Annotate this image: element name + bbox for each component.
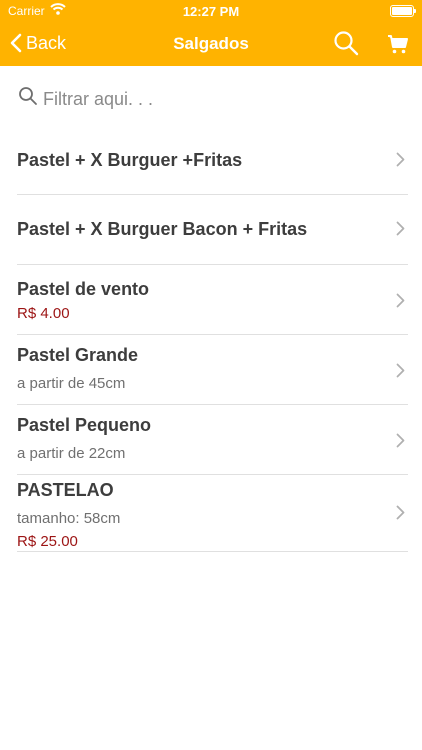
search-icon bbox=[19, 87, 37, 105]
item-name: PASTELAO bbox=[17, 480, 114, 500]
item-name: Pastel + X Burguer Bacon + Fritas bbox=[17, 219, 308, 239]
cart-icon bbox=[388, 35, 408, 54]
item-price: R$ 4.00 bbox=[17, 305, 70, 322]
list-item[interactable]: Pastel Grande a partir de 45cm bbox=[17, 335, 408, 405]
item-subtitle: tamanho: 58cm bbox=[17, 510, 121, 527]
filter-bar bbox=[0, 66, 422, 130]
list-item[interactable]: Pastel de vento R$ 4.00 bbox=[17, 265, 408, 335]
list-item[interactable]: Pastel + X Burguer +Fritas bbox=[17, 126, 408, 195]
chevron-right-icon bbox=[396, 363, 405, 378]
search-icon bbox=[334, 31, 359, 56]
list-item[interactable]: Pastel + X Burguer Bacon + Fritas bbox=[17, 195, 408, 265]
filter-input[interactable] bbox=[43, 86, 403, 112]
product-list: Pastel + X Burguer +Fritas Pastel + X Bu… bbox=[17, 126, 408, 552]
chevron-right-icon bbox=[396, 433, 405, 448]
list-item[interactable]: PASTELAO tamanho: 58cm R$ 25.00 bbox=[17, 475, 408, 552]
chevron-right-icon bbox=[396, 505, 405, 520]
status-bar: Carrier 12:27 PM bbox=[0, 0, 422, 22]
item-name: Pastel Grande bbox=[17, 345, 139, 365]
item-name: Pastel + X Burguer +Fritas bbox=[17, 150, 243, 170]
chevron-right-icon bbox=[396, 152, 405, 167]
chevron-right-icon bbox=[396, 293, 405, 308]
item-subtitle: a partir de 45cm bbox=[17, 375, 126, 392]
clock: 12:27 PM bbox=[182, 4, 240, 19]
item-name: Pastel de vento bbox=[17, 279, 150, 299]
list-item[interactable]: Pastel Pequeno a partir de 22cm bbox=[17, 405, 408, 475]
navigation-bar: Carrier 12:27 PM Back Salgados bbox=[0, 0, 422, 66]
battery-icon bbox=[390, 5, 416, 17]
cart-button[interactable] bbox=[386, 32, 410, 56]
search-button[interactable] bbox=[333, 30, 359, 56]
item-price: R$ 25.00 bbox=[17, 533, 78, 550]
item-name: Pastel Pequeno bbox=[17, 415, 152, 435]
item-subtitle: a partir de 22cm bbox=[17, 445, 126, 462]
chevron-right-icon bbox=[396, 221, 405, 236]
